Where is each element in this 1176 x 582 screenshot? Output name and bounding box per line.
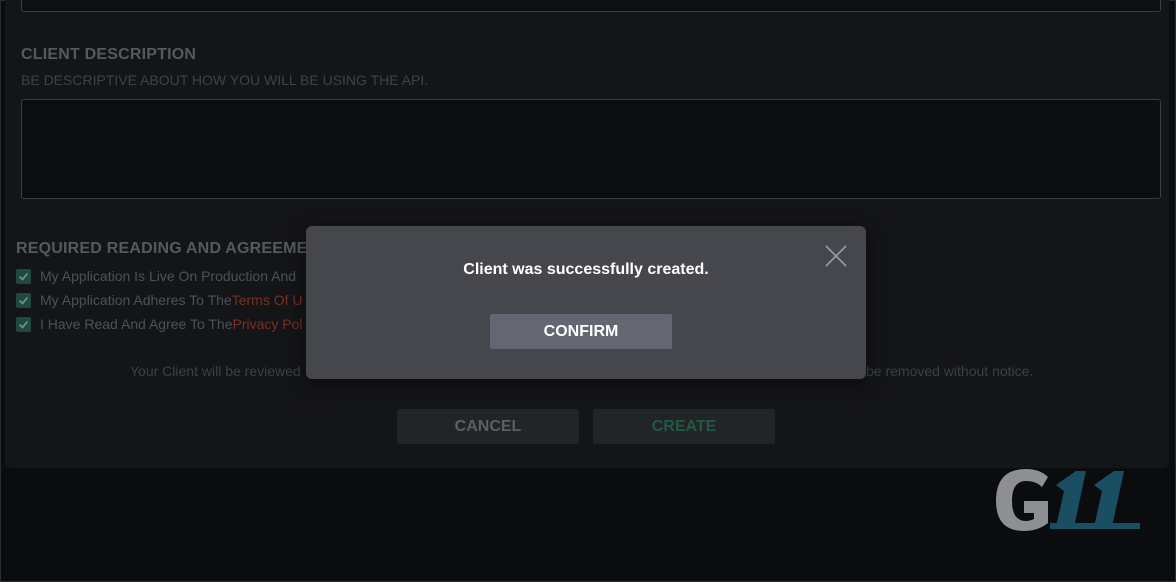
success-dialog: Client was successfully created. CONFIRM xyxy=(306,226,866,379)
confirm-button[interactable]: CONFIRM xyxy=(490,314,672,349)
g11-logo xyxy=(990,463,1150,535)
close-icon[interactable] xyxy=(824,244,848,268)
success-message: Client was successfully created. xyxy=(463,261,709,278)
